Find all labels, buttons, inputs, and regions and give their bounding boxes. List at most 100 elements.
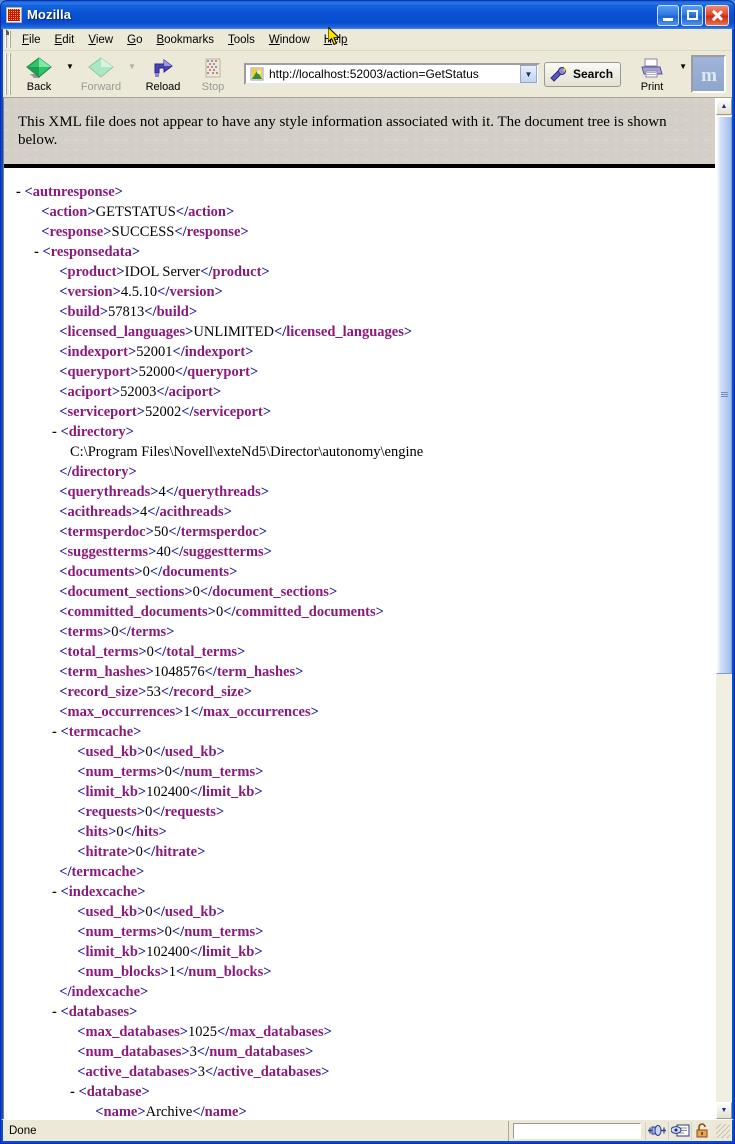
xml-bracket: > — [243, 684, 253, 700]
back-label: Back — [26, 81, 52, 93]
xml-bracket: > — [258, 524, 268, 540]
xml-bracket: > — [156, 924, 165, 940]
xml-tree-line: </termcache> — [4, 862, 715, 882]
xml-tag-name: product — [212, 264, 262, 280]
close-button[interactable] — [705, 4, 729, 26]
xml-bracket: </ — [123, 824, 136, 840]
xml-bracket: > — [226, 204, 235, 220]
xml-bracket: </ — [59, 864, 72, 880]
menu-go[interactable]: Go — [120, 31, 149, 49]
xml-bracket: > — [184, 584, 193, 600]
back-dropdown-arrow-icon[interactable]: ▼ — [64, 63, 76, 71]
url-text[interactable]: http://localhost:52003/action=GetStatus — [269, 67, 520, 81]
xml-tree-line: <querythreads>4</querythreads> — [4, 482, 715, 502]
xml-bracket: </ — [144, 304, 157, 320]
xml-bracket: > — [116, 264, 125, 280]
xml-document-view[interactable]: This XML file does not appear to have an… — [3, 98, 715, 1119]
xml-bracket: > — [216, 904, 225, 920]
menu-edit[interactable]: Edit — [48, 31, 82, 49]
xml-text-node: 3 — [189, 1044, 197, 1060]
xml-bracket: > — [134, 564, 143, 580]
url-dropdown-chevron-down-icon[interactable]: ▼ — [520, 65, 537, 83]
cookie-manager-icon[interactable] — [668, 1121, 691, 1140]
xml-bracket: </ — [156, 384, 169, 400]
xml-bracket: </ — [175, 204, 189, 220]
xml-bracket: < — [59, 304, 68, 320]
xml-tree-line: <term_hashes>1048576</term_hashes> — [4, 662, 715, 682]
xml-tag-name: num_terms — [85, 924, 157, 940]
window-resize-grip[interactable] — [716, 1123, 730, 1138]
xml-tag-name: documents — [162, 564, 230, 580]
xml-bracket: > — [166, 624, 175, 640]
xml-bracket: > — [112, 284, 121, 300]
xml-bracket: </ — [200, 264, 213, 280]
xml-tree-line: <aciport>52003</aciport> — [4, 382, 715, 402]
xml-tree-line: - <termcache> — [4, 722, 715, 742]
xml-text-node: 0 — [192, 584, 200, 600]
xml-tag-name: limit_kb — [201, 784, 255, 800]
xml-tag-name: hitrate — [85, 844, 128, 860]
mozilla-throbber-logo[interactable]: m — [691, 55, 727, 93]
url-bar[interactable]: http://localhost:52003/action=GetStatus … — [244, 63, 540, 85]
xml-tree-line: - <databases> — [4, 1002, 715, 1022]
xml-bracket: </ — [172, 344, 185, 360]
xml-tree-line: <hits>0</hits> — [4, 822, 715, 842]
xml-tag-name: indexcache — [71, 984, 141, 1000]
xml-bracket: > — [103, 224, 112, 240]
xml-tag-name: termcache — [68, 724, 134, 740]
xml-tag-name: product — [67, 264, 117, 280]
xml-bracket: < — [59, 544, 68, 560]
menu-bookmarks[interactable]: Bookmarks — [149, 31, 221, 49]
xml-bracket: </ — [170, 544, 184, 560]
xml-tree-line: <response>SUCCESS</response> — [4, 222, 715, 242]
xml-tree-line: <queryport>52000</queryport> — [4, 362, 715, 382]
xml-bracket: > — [102, 624, 112, 640]
xml-bracket: </ — [204, 1064, 218, 1080]
xml-tag-name: used_kb — [164, 904, 217, 920]
menu-view[interactable]: View — [81, 31, 120, 49]
scrollbar-thumb[interactable] — [716, 116, 732, 674]
xml-tree-line: <total_terms>0</total_terms> — [4, 642, 715, 662]
xml-bracket: < — [77, 1064, 86, 1080]
plugin-icon[interactable] — [645, 1121, 668, 1140]
xml-tree-line: <limit_kb>102400</limit_kb> — [4, 782, 715, 802]
xml-bracket: > — [214, 284, 223, 300]
xml-tree: - <autnresponse> <action>GETSTATUS</acti… — [4, 168, 715, 1119]
xml-tag-name: committed_documents — [67, 604, 208, 620]
xml-text-node: GETSTATUS — [95, 204, 176, 220]
xml-text-node: 4 — [158, 484, 166, 500]
menubar-gripper[interactable] — [5, 29, 11, 48]
xml-tag-name: limit_kb — [85, 944, 138, 960]
xml-tree-line: <acithreads>4</acithreads> — [4, 502, 715, 522]
vertical-scrollbar[interactable]: ▲ ▼ — [715, 98, 732, 1119]
toolbar-gripper[interactable] — [5, 53, 11, 95]
reload-button[interactable]: Reload — [138, 54, 188, 94]
xml-tag-name: num_databases — [209, 1044, 306, 1060]
xml-tag-name: num_blocks — [85, 964, 161, 980]
print-dropdown-arrow-icon[interactable]: ▼ — [677, 63, 689, 71]
search-button[interactable]: Search — [544, 61, 622, 87]
xml-tag-name: documents — [67, 564, 135, 580]
xml-bracket: </ — [118, 624, 131, 640]
xml-tag-name: build — [156, 304, 189, 320]
security-padlock-unlocked-icon[interactable] — [691, 1121, 714, 1140]
scroll-up-arrow-icon[interactable]: ▲ — [716, 98, 732, 115]
scroll-down-arrow-icon[interactable]: ▼ — [716, 1102, 732, 1119]
xml-tag-name: termsperdoc — [67, 524, 146, 540]
menu-file[interactable]: File — [15, 31, 48, 49]
xml-bracket: </ — [204, 664, 217, 680]
xml-bracket: < — [77, 804, 86, 820]
menu-help[interactable]: Help — [317, 31, 355, 49]
print-button[interactable]: Print — [627, 54, 677, 94]
xml-bracket: </ — [171, 764, 185, 780]
xml-bracket: </ — [217, 1024, 230, 1040]
title-bar: Mozilla — [1, 1, 734, 29]
xml-tree-line: <num_databases>3</num_databases> — [4, 1042, 715, 1062]
maximize-button[interactable] — [681, 4, 703, 26]
xml-tag-name: max_occurrences — [67, 704, 176, 720]
menu-tools[interactable]: Tools — [221, 31, 262, 49]
back-button[interactable]: Back — [14, 54, 64, 94]
xml-tag-name: record_size — [67, 684, 139, 700]
minimize-button[interactable] — [657, 4, 679, 26]
menu-window[interactable]: Window — [262, 31, 317, 49]
